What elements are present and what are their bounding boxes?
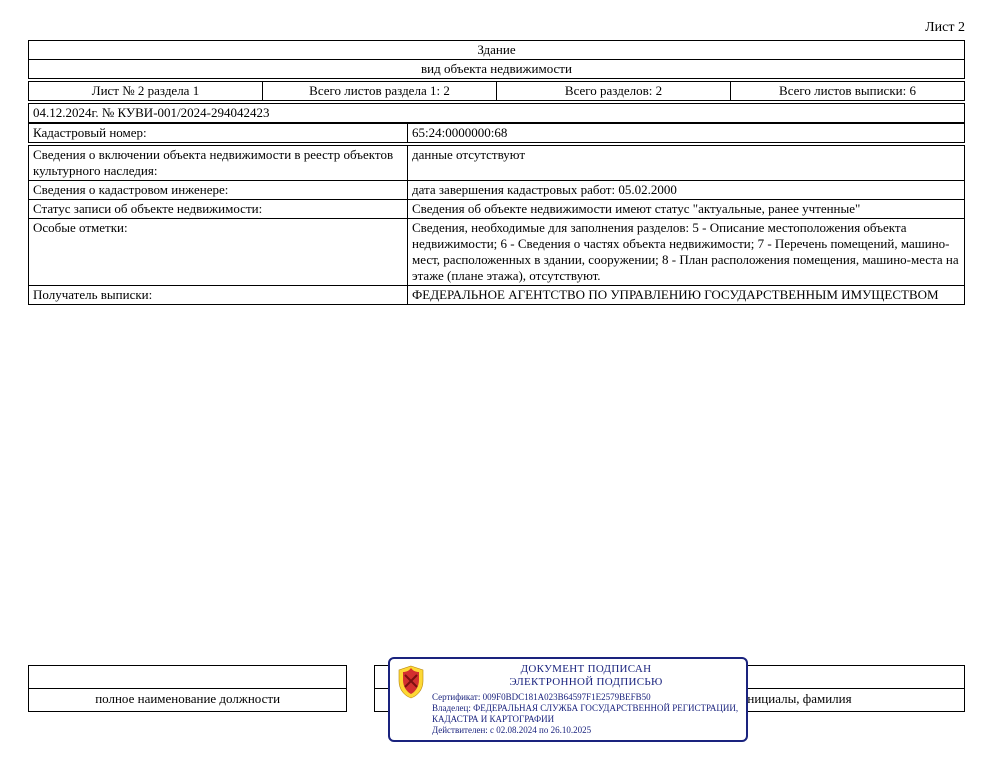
row-label: Сведения о включении объекта недвижимост… xyxy=(29,146,408,181)
row-label: Получатель выписки: xyxy=(29,286,408,305)
position-slot xyxy=(29,666,347,689)
row-value: Сведения, необходимые для заполнения раз… xyxy=(408,219,965,286)
footer-area: ДОКУМЕНТ ПОДПИСАН ЭЛЕКТРОННОЙ ПОДПИСЬЮ С… xyxy=(28,665,965,712)
sheet-number: Лист 2 xyxy=(28,20,965,36)
meta-row: Лист № 2 раздела 1 Всего листов раздела … xyxy=(28,81,965,101)
cadastral-table: Кадастровый номер: 65:24:0000000:68 xyxy=(28,123,965,143)
meta-total-sheets: Всего листов выписки: 6 xyxy=(731,82,965,101)
stamp-owner: Владелец: ФЕДЕРАЛЬНАЯ СЛУЖБА ГОСУДАРСТВЕ… xyxy=(432,703,740,725)
row-value: данные отсутствуют xyxy=(408,146,965,181)
position-caption: полное наименование должности xyxy=(29,689,347,712)
stamp-title-1: ДОКУМЕНТ ПОДПИСАН xyxy=(432,663,740,676)
meta-section-sheets: Всего листов раздела 1: 2 xyxy=(263,82,497,101)
object-type: Здание xyxy=(29,41,965,60)
doc-ref-table: 04.12.2024г. № КУВИ-001/2024-294042423 xyxy=(28,103,965,123)
stamp-valid: Действителен: с 02.08.2024 по 26.10.2025 xyxy=(432,725,740,736)
object-type-caption: вид объекта недвижимости xyxy=(29,60,965,79)
row-value: ФЕДЕРАЛЬНОЕ АГЕНТСТВО ПО УПРАВЛЕНИЮ ГОСУ… xyxy=(408,286,965,305)
row-value: дата завершения кадастровых работ: 05.02… xyxy=(408,181,965,200)
meta-sections: Всего разделов: 2 xyxy=(497,82,731,101)
emblem-icon xyxy=(396,665,426,699)
row-label: Статус записи об объекте недвижимости: xyxy=(29,200,408,219)
header-table: Здание вид объекта недвижимости xyxy=(28,40,965,79)
cadastral-label: Кадастровый номер: xyxy=(29,124,408,143)
row-label: Особые отметки: xyxy=(29,219,408,286)
info-table: Сведения о включении объекта недвижимост… xyxy=(28,145,965,305)
doc-reference: 04.12.2024г. № КУВИ-001/2024-294042423 xyxy=(29,104,965,123)
row-value: Сведения об объекте недвижимости имеют с… xyxy=(408,200,965,219)
signature-stamp: ДОКУМЕНТ ПОДПИСАН ЭЛЕКТРОННОЙ ПОДПИСЬЮ С… xyxy=(388,657,748,742)
cadastral-value: 65:24:0000000:68 xyxy=(408,124,965,143)
stamp-cert: Сертификат: 009F0BDC181A023B64597F1E2579… xyxy=(432,692,740,703)
stamp-title-2: ЭЛЕКТРОННОЙ ПОДПИСЬЮ xyxy=(432,676,740,689)
row-label: Сведения о кадастровом инженере: xyxy=(29,181,408,200)
meta-sheet: Лист № 2 раздела 1 xyxy=(29,82,263,101)
